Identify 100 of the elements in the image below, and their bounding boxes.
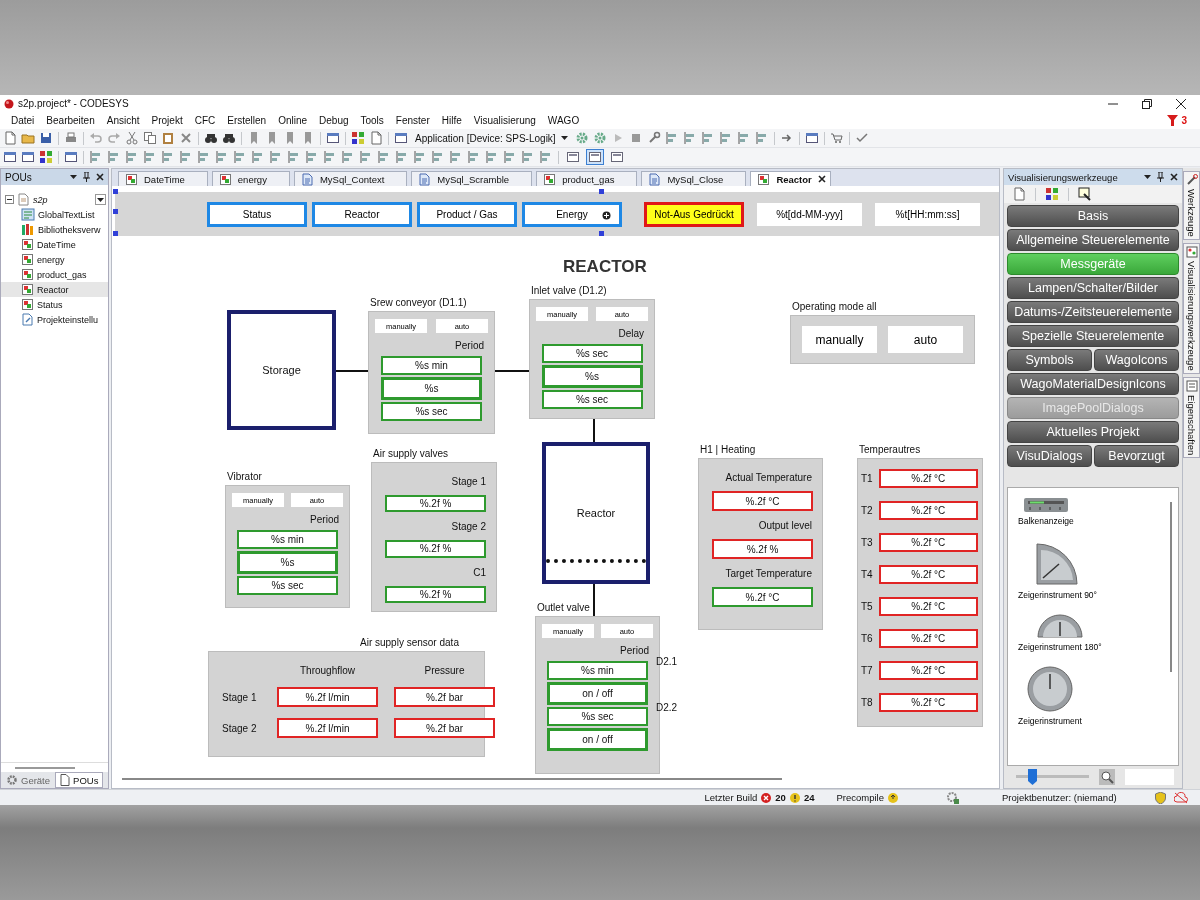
layout-toggle[interactable]: [564, 149, 582, 165]
toolbox-item[interactable]: Zeigerinstrument: [1018, 666, 1082, 726]
layout-toggle[interactable]: [608, 149, 626, 165]
mode-button[interactable]: manually: [802, 326, 877, 353]
binoculars-icon[interactable]: [204, 131, 218, 145]
panel-tab[interactable]: Geräte: [1, 772, 56, 788]
resize-handle[interactable]: [113, 189, 118, 194]
editor-tab[interactable]: Reactor: [750, 171, 831, 186]
scrollbar[interactable]: [122, 778, 782, 780]
menu-item[interactable]: Datei: [5, 115, 41, 126]
align-icon[interactable]: [682, 131, 697, 145]
grid-icon[interactable]: [351, 131, 365, 145]
menu-item[interactable]: WAGO: [541, 115, 586, 126]
editor-tab[interactable]: MySql_Context: [293, 171, 408, 186]
align-icon[interactable]: [485, 150, 499, 164]
align-icon[interactable]: [413, 150, 427, 164]
align-icon[interactable]: [305, 150, 319, 164]
caret-icon[interactable]: [70, 175, 77, 179]
copy-icon[interactable]: [143, 131, 157, 145]
tree-item[interactable]: DateTime: [1, 237, 108, 252]
grid-icon[interactable]: [1045, 187, 1059, 201]
menu-item[interactable]: Debug: [313, 115, 355, 126]
category-button[interactable]: WagoMaterialDesignIcons: [1007, 373, 1179, 395]
caret-icon[interactable]: [1144, 175, 1151, 179]
align-icon[interactable]: [161, 150, 175, 164]
align-icon[interactable]: [664, 131, 679, 145]
scrollbar[interactable]: [15, 766, 75, 769]
menu-item[interactable]: Visualisierung: [467, 115, 542, 126]
menu-item[interactable]: Erstellen: [221, 115, 273, 126]
binoculars-icon[interactable]: [222, 131, 236, 145]
editor-tab[interactable]: MySql_Scramble: [411, 171, 533, 186]
shield-icon[interactable]: [1155, 791, 1166, 804]
align-icon[interactable]: [449, 150, 463, 164]
align-icon[interactable]: [89, 150, 103, 164]
align-icon[interactable]: [431, 150, 445, 164]
category-button[interactable]: Bevorzugt: [1094, 445, 1179, 467]
picture-tool-icon[interactable]: [1078, 187, 1092, 201]
toolbox-item[interactable]: Zeigerinstrument 180°: [1018, 614, 1102, 652]
tree-item[interactable]: product_gas: [1, 267, 108, 282]
align-icon[interactable]: [287, 150, 301, 164]
gear-icon[interactable]: [592, 131, 607, 145]
tree-item[interactable]: Status: [1, 297, 108, 312]
nav-button[interactable]: Product / Gas: [417, 201, 517, 227]
gear-icon[interactable]: [574, 131, 589, 145]
category-button[interactable]: Basis: [1007, 205, 1179, 227]
category-button[interactable]: Symbols: [1007, 349, 1092, 371]
scrollbar[interactable]: [1170, 502, 1172, 672]
window-icon[interactable]: [3, 150, 17, 164]
nav-button[interactable]: Energy: [522, 201, 622, 227]
align-icon[interactable]: [539, 150, 553, 164]
align-icon[interactable]: [503, 150, 517, 164]
category-button[interactable]: Allgemeine Steuerelemente: [1007, 229, 1179, 251]
toolbox-item[interactable]: Balkenanzeige: [1018, 498, 1074, 526]
precompile-icon[interactable]: [888, 792, 898, 803]
category-button[interactable]: Spezielle Steuerelemente: [1007, 325, 1179, 347]
editor-tab[interactable]: energy: [211, 171, 290, 186]
printer-icon[interactable]: [64, 131, 78, 145]
menu-item[interactable]: Ansicht: [100, 115, 146, 126]
value-display[interactable]: %t[dd-MM-yyy]: [757, 202, 862, 226]
align-icon[interactable]: [467, 150, 481, 164]
align-icon[interactable]: [233, 150, 247, 164]
undo-icon[interactable]: [89, 131, 103, 145]
tree-item[interactable]: Reactor: [1, 282, 108, 297]
nav-button[interactable]: Status: [207, 201, 307, 227]
menu-item[interactable]: Bearbeiten: [40, 115, 101, 126]
slider-thumb[interactable]: [1027, 769, 1037, 785]
close-icon[interactable]: [96, 173, 104, 181]
tree-item[interactable]: energy: [1, 252, 108, 267]
category-button[interactable]: VisuDialogs: [1007, 445, 1092, 467]
align-icon[interactable]: [143, 150, 157, 164]
align-icon[interactable]: [323, 150, 337, 164]
cloud-off-icon[interactable]: [1174, 791, 1188, 804]
layout-toggle[interactable]: [586, 149, 604, 165]
zoom-field[interactable]: [1125, 769, 1174, 785]
align-icon[interactable]: [215, 150, 229, 164]
collapse-icon[interactable]: [5, 195, 14, 204]
page-icon[interactable]: [1012, 187, 1026, 201]
side-tab[interactable]: Eigenschaften: [1183, 376, 1200, 458]
window-icon[interactable]: [64, 150, 78, 164]
redo-icon[interactable]: [107, 131, 121, 145]
window-icon[interactable]: [326, 131, 340, 145]
page-icon[interactable]: [3, 131, 17, 145]
align-icon[interactable]: [359, 150, 373, 164]
menu-item[interactable]: CFC: [188, 115, 222, 126]
close-icon[interactable]: [817, 175, 826, 183]
tree-item[interactable]: GlobalTextList: [1, 207, 108, 222]
resize-handle[interactable]: [113, 209, 118, 214]
close-icon[interactable]: [1170, 173, 1178, 181]
pin-icon[interactable]: [1156, 172, 1165, 182]
dropdown-button[interactable]: [95, 194, 106, 205]
align-icon[interactable]: [718, 131, 733, 145]
editor-tab[interactable]: DateTime: [118, 171, 208, 186]
save-icon[interactable]: [39, 131, 53, 145]
window-icon[interactable]: [804, 131, 819, 145]
category-button[interactable]: Datums-/Zeitsteuerelemente: [1007, 301, 1179, 323]
grid-icon[interactable]: [39, 150, 53, 164]
category-button[interactable]: Lampen/Schalter/Bilder: [1007, 277, 1179, 299]
align-icon[interactable]: [754, 131, 769, 145]
scissors-icon[interactable]: [125, 131, 139, 145]
nav-button[interactable]: Reactor: [312, 201, 412, 227]
